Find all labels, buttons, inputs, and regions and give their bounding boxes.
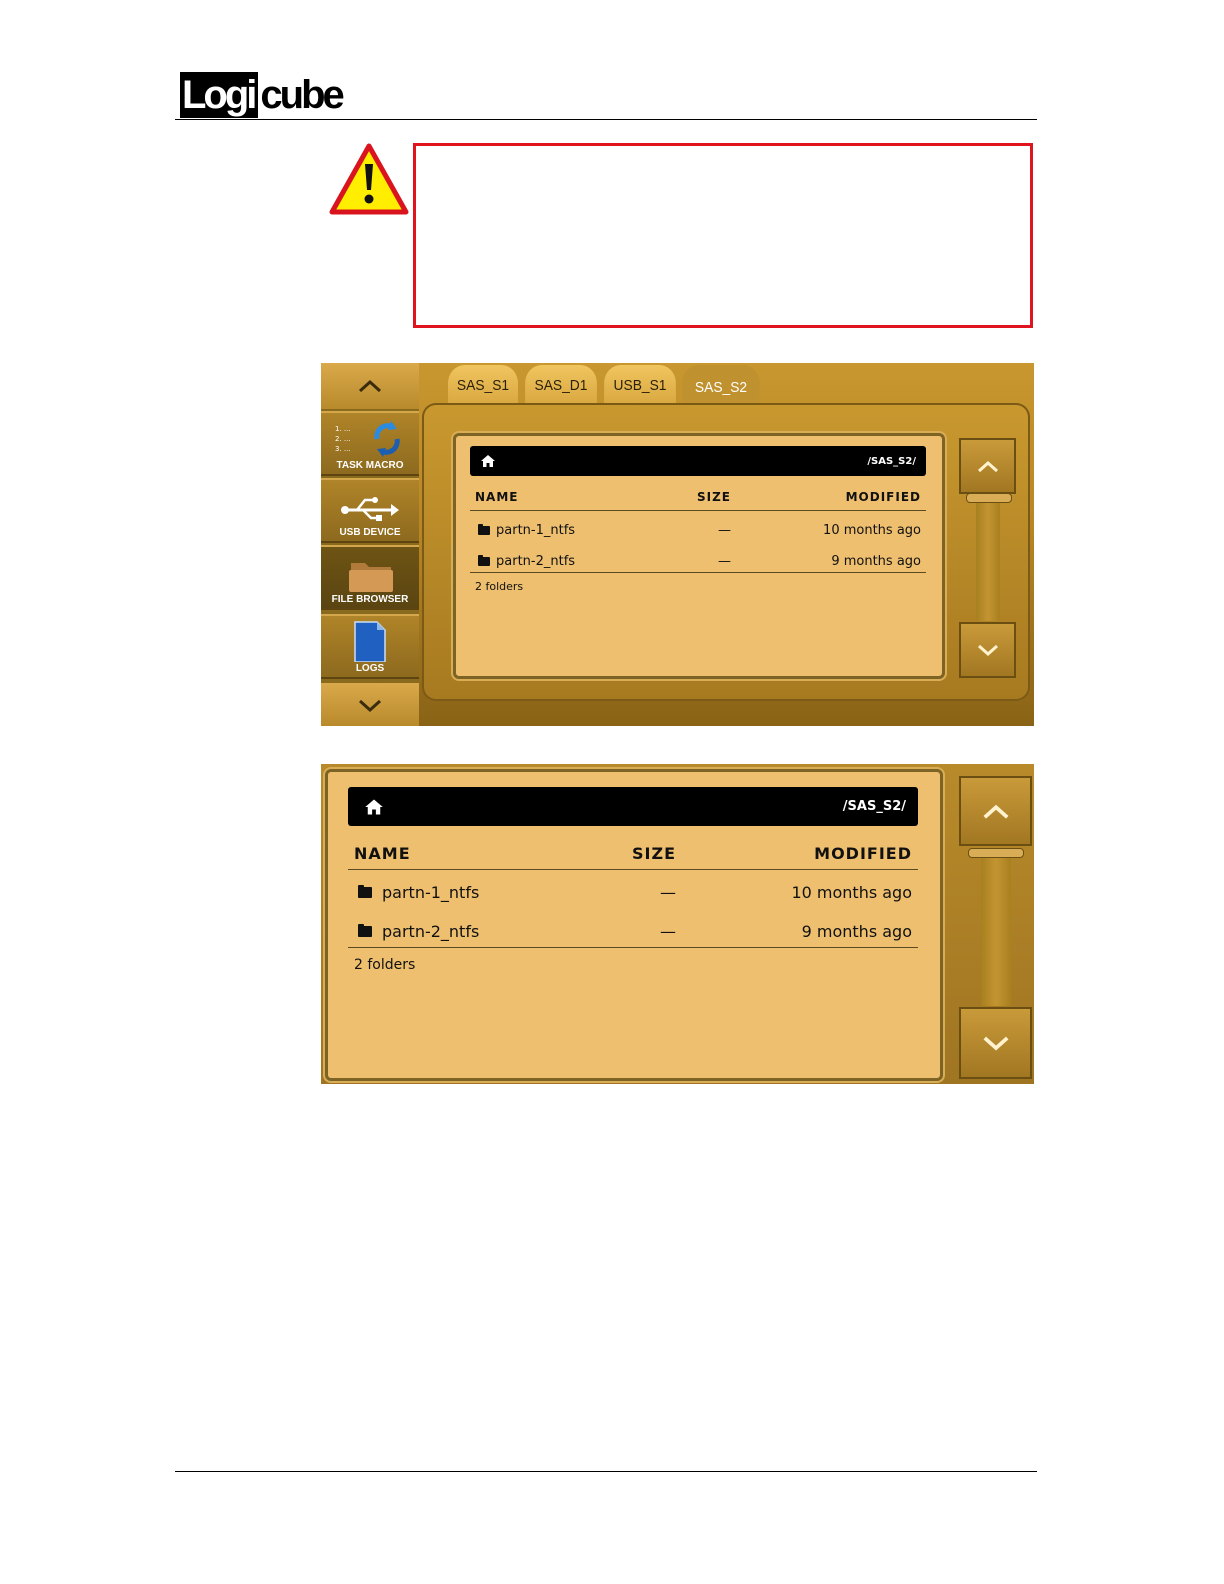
folder-count: 2 folders — [354, 957, 416, 973]
table-row[interactable]: partn-2_ntfs — 9 months ago — [354, 918, 912, 944]
tab-label: SAS_S1 — [456, 376, 510, 394]
file-size: — — [660, 882, 676, 902]
file-size: — — [660, 921, 676, 941]
table-row[interactable]: partn-1_ntfs — 10 months ago — [354, 879, 912, 905]
scroll-up-button[interactable] — [959, 438, 1016, 494]
tab-label: SAS_D1 — [534, 376, 588, 394]
footer-divider — [175, 1471, 1037, 1472]
warning-callout-box — [413, 143, 1033, 328]
file-browser-panel: /SAS_S2/ NAME SIZE MODIFIED partn-1_ntfs… — [325, 769, 943, 1081]
file-modified: 10 months ago — [823, 522, 921, 538]
sidebar-item-logs[interactable]: LOGS — [321, 614, 419, 679]
file-size: — — [718, 553, 731, 569]
svg-text:1. ...: 1. ... — [335, 425, 351, 433]
home-icon[interactable] — [480, 454, 496, 468]
column-header-modified[interactable]: MODIFIED — [731, 490, 921, 504]
file-browser-panel: /SAS_S2/ NAME SIZE MODIFIED partn-1_ntfs… — [453, 433, 945, 679]
file-name: partn-2_ntfs — [496, 553, 576, 569]
sidebar-item-file-browser[interactable]: FILE BROWSER — [321, 545, 419, 610]
file-size: — — [718, 522, 731, 538]
folder-icon — [349, 563, 393, 592]
device-screen-full: 1. ... 2. ... 3. ... TASK MACRO USB DEVI… — [321, 363, 1034, 726]
folder-icon — [358, 923, 372, 937]
current-path: /SAS_S2/ — [867, 455, 916, 467]
tab-sas-s1[interactable]: SAS_S1 — [448, 365, 518, 405]
logo-text-black: Logi — [180, 72, 259, 118]
chevron-down-icon — [358, 699, 382, 712]
sidebar-item-label: TASK MACRO — [336, 460, 404, 471]
file-modified: 9 months ago — [831, 553, 921, 569]
chevron-up-icon — [358, 379, 382, 393]
chevron-down-icon — [983, 1036, 1008, 1051]
file-name: partn-2_ntfs — [382, 921, 480, 941]
file-modified: 9 months ago — [801, 921, 912, 941]
chevron-up-icon — [977, 460, 998, 473]
chevron-down-icon — [977, 644, 998, 657]
tab-label: USB_S1 — [613, 376, 667, 394]
sidebar-item-label: FILE BROWSER — [331, 594, 409, 605]
usb-icon — [341, 497, 399, 521]
tab-sas-d1[interactable]: SAS_D1 — [525, 365, 597, 405]
column-header-name[interactable]: NAME — [354, 844, 576, 863]
header-divider — [175, 119, 1037, 120]
sidebar-item-label: LOGS — [355, 663, 385, 674]
column-header-size[interactable]: SIZE — [576, 844, 676, 863]
sidebar-item-task-macro[interactable]: 1. ... 2. ... 3. ... TASK MACRO — [321, 411, 419, 476]
home-icon[interactable] — [364, 798, 384, 816]
tab-usb-s1[interactable]: USB_S1 — [604, 365, 676, 405]
file-modified: 10 months ago — [791, 882, 912, 902]
folder-icon — [478, 554, 490, 566]
warning-triangle-icon — [329, 143, 409, 215]
current-path: /SAS_S2/ — [842, 799, 906, 814]
scrollbar-track[interactable] — [976, 499, 1000, 621]
scroll-down-button[interactable] — [959, 622, 1016, 678]
table-row[interactable]: partn-2_ntfs — 9 months ago — [475, 550, 921, 572]
svg-text:2. ...: 2. ... — [335, 435, 351, 443]
logicube-logo: Logi cube — [180, 72, 345, 118]
header-divider — [348, 869, 918, 870]
column-header-row: NAME SIZE MODIFIED — [475, 490, 921, 504]
folder-icon — [358, 884, 372, 898]
sidebar-scroll-down-button[interactable] — [321, 683, 419, 726]
column-header-size[interactable]: SIZE — [651, 490, 731, 504]
sidebar-item-label: USB DEVICE — [339, 527, 401, 538]
list-divider — [470, 572, 926, 573]
folder-count: 2 folders — [475, 580, 524, 593]
file-name: partn-1_ntfs — [382, 882, 480, 902]
sidebar-item-usb-device[interactable]: USB DEVICE — [321, 478, 419, 543]
device-screen-zoomed: /SAS_S2/ NAME SIZE MODIFIED partn-1_ntfs… — [321, 764, 1034, 1084]
list-divider — [348, 947, 918, 948]
tab-label: SAS_S2 — [694, 378, 748, 396]
svg-text:3. ...: 3. ... — [335, 445, 351, 453]
scrollbar-thumb[interactable] — [966, 493, 1012, 503]
path-bar: /SAS_S2/ — [470, 446, 926, 476]
scroll-down-button[interactable] — [959, 1007, 1032, 1079]
task-macro-icon: 1. ... 2. ... 3. ... — [335, 421, 400, 457]
header-divider — [470, 510, 926, 511]
chevron-up-icon — [983, 804, 1008, 819]
column-header-modified[interactable]: MODIFIED — [676, 844, 912, 863]
sidebar: 1. ... 2. ... 3. ... TASK MACRO USB DEVI… — [321, 363, 419, 726]
path-bar: /SAS_S2/ — [348, 787, 918, 826]
table-row[interactable]: partn-1_ntfs — 10 months ago — [475, 519, 921, 541]
scrollbar-track[interactable] — [981, 856, 1011, 1006]
sidebar-scroll-up-button[interactable] — [321, 363, 419, 409]
scrollbar-thumb[interactable] — [968, 848, 1024, 858]
column-header-name[interactable]: NAME — [475, 490, 651, 504]
logo-text-white: cube — [260, 73, 344, 117]
file-name: partn-1_ntfs — [496, 522, 576, 538]
folder-icon — [478, 523, 490, 535]
document-icon — [354, 621, 386, 662]
column-header-row: NAME SIZE MODIFIED — [354, 844, 912, 863]
scroll-up-button[interactable] — [959, 776, 1032, 846]
